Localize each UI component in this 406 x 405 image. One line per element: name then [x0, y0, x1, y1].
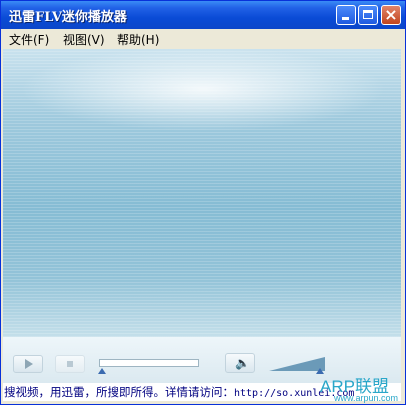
stop-button[interactable]: [55, 355, 85, 373]
seek-bar[interactable]: [99, 359, 199, 367]
minimize-button[interactable]: [336, 5, 356, 25]
watermark-sub: www.arpun.com: [334, 393, 399, 403]
menu-view[interactable]: 视图(V): [63, 31, 105, 48]
stop-icon: [67, 361, 73, 367]
close-icon: ×: [384, 5, 398, 24]
menu-file[interactable]: 文件(F): [9, 31, 49, 48]
maximize-icon: [363, 10, 373, 19]
watermark-logo: ARP联盟 www.arpun.com: [320, 372, 406, 405]
video-display[interactable]: [3, 49, 401, 337]
close-button[interactable]: ×: [381, 5, 401, 25]
status-message: 搜视频，用迅雷，所搜即所得。详情请访问：: [4, 385, 234, 399]
menu-bar: 文件(F) 视图(V) 帮助(H): [1, 29, 405, 49]
play-icon: [25, 359, 33, 369]
mute-button[interactable]: 🔈: [225, 353, 255, 373]
status-text: 搜视频，用迅雷，所搜即所得。详情请访问：http://so.xunlei.com: [4, 384, 354, 400]
title-bar[interactable]: 迅雷FLV迷你播放器 ×: [1, 1, 405, 29]
speaker-icon: 🔈: [235, 356, 250, 370]
maximize-button[interactable]: [358, 5, 378, 25]
menu-help[interactable]: 帮助(H): [117, 31, 159, 48]
play-button[interactable]: [13, 355, 43, 373]
minimize-icon: [342, 17, 349, 20]
seek-thumb[interactable]: [98, 368, 106, 374]
window-title: 迅雷FLV迷你播放器: [9, 10, 127, 25]
